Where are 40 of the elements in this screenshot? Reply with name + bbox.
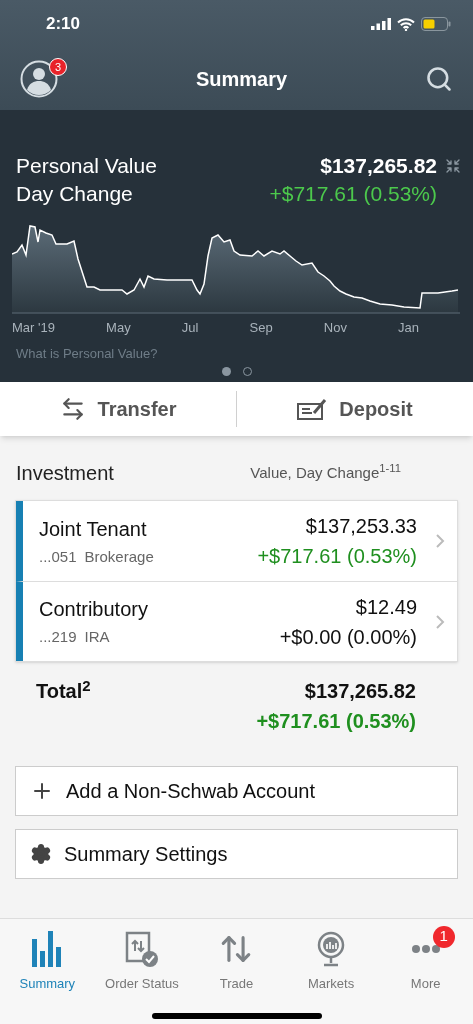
status-time: 2:10 [46, 13, 81, 36]
tab-bar-item[interactable]: Summary [0, 927, 95, 993]
account-change: +$717.61 (0.53%) [257, 544, 417, 569]
notification-badge: 1 [432, 925, 455, 948]
transfer-button[interactable]: Transfer [0, 382, 236, 436]
hero-subtitle: Day Change [16, 181, 134, 207]
section-title: Investment [16, 461, 114, 486]
add-account-button[interactable]: Add a Non-Schwab Account [15, 766, 458, 816]
axis-label: Jul [181, 319, 199, 337]
settings-button[interactable]: Summary Settings [15, 829, 458, 879]
tab-bar-item[interactable]: 1 More [378, 927, 473, 993]
notification-badge: 3 [49, 58, 67, 76]
total-label: Total$^{2}$ [36, 676, 91, 704]
total-change: +$717.61 (0.53%) [256, 709, 416, 734]
day-change: +$717.61 (0.53%) [269, 181, 437, 207]
axis-label: Sep [249, 319, 273, 337]
deposit-button[interactable]: Deposit [237, 382, 473, 436]
screen-title: Summary [195, 67, 288, 92]
hero-title: Personal Value [16, 153, 157, 179]
tab-bar-item[interactable]: Markets [283, 927, 379, 993]
account-number: ...051 [39, 546, 77, 567]
account-row[interactable]: Contributory ...219 IRA $12.49 +$0.00 (0.00%) [16, 581, 457, 661]
axis-label: Nov [323, 319, 347, 337]
account-name: Joint Tenant [39, 516, 148, 542]
axis-label: May [106, 319, 131, 337]
total-value: $137,265.82 [304, 679, 416, 704]
account-name: Contributory [39, 597, 149, 623]
axis-label: Mar '19 [12, 319, 55, 337]
account-number: ...219 [39, 627, 77, 648]
axis-label: Jan [398, 319, 419, 337]
account-row[interactable]: Joint Tenant ...051 Brokerage $137,253.33 +$717.61 (0.53%) [16, 501, 457, 581]
tab-bar-item[interactable]: Order Status [94, 927, 190, 993]
account-value: $137,253.33 [305, 514, 417, 539]
tab-bar-item[interactable]: Trade [189, 927, 284, 993]
account-type: Brokerage [84, 546, 154, 567]
account-change: +$0.00 (0.00%) [279, 624, 417, 650]
account-type: IRA [84, 627, 110, 648]
personal-value: $137,265.82 [320, 153, 437, 179]
column-label: Value, Day Change$^{1-11}$ [250, 461, 401, 483]
account-value: $12.49 [355, 594, 417, 620]
